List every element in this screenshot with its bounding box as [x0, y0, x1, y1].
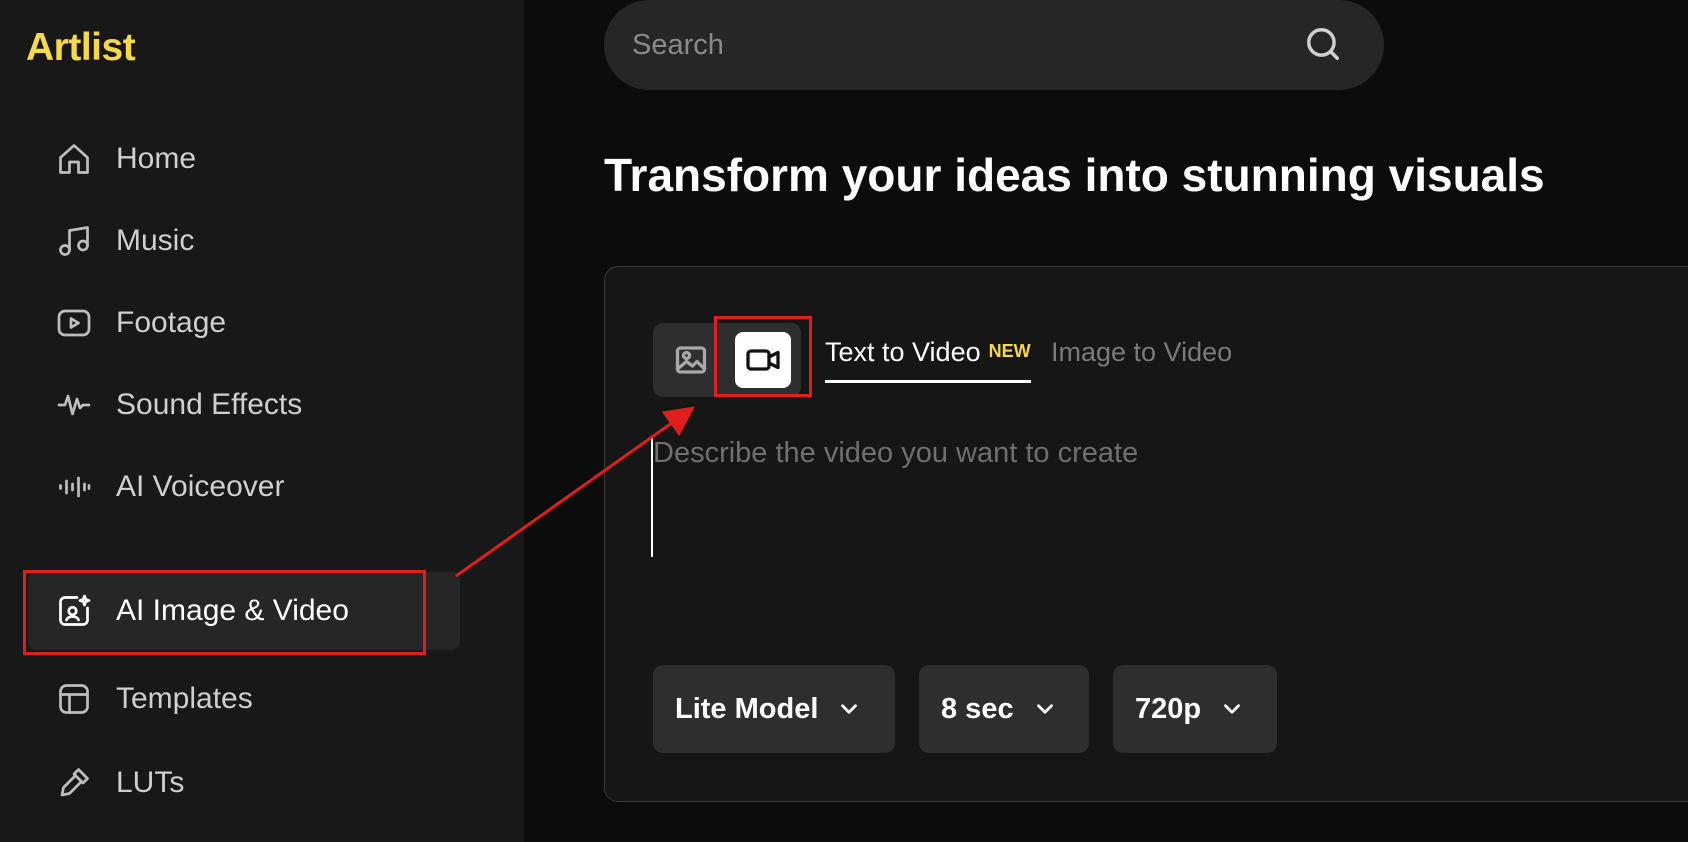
sidebar-item-label: Music [116, 224, 195, 257]
sidebar-item-label: AI Image & Video [116, 594, 349, 627]
ai-sparkle-image-icon [54, 591, 94, 631]
chevron-down-icon [1219, 696, 1245, 722]
sidebar: Artlist Home Music Footage Sound Effects… [0, 0, 524, 842]
new-badge: NEW [988, 341, 1031, 361]
play-box-icon [54, 303, 94, 343]
tab-label: Text to Video [825, 337, 981, 367]
main-content: Transform your ideas into stunning visua… [524, 0, 1688, 842]
voice-bars-icon [54, 467, 94, 507]
sidebar-item-ai-image-video[interactable]: AI Image & Video [28, 572, 460, 650]
model-dropdown-value: Lite Model [675, 692, 819, 725]
duration-dropdown[interactable]: 8 sec [919, 665, 1089, 753]
sidebar-item-luts[interactable]: LUTs [28, 744, 460, 822]
sidebar-item-label: Home [116, 142, 197, 175]
sidebar-item-music[interactable]: Music [28, 202, 460, 280]
sidebar-item-label: AI Voiceover [116, 470, 285, 503]
image-mode-button[interactable] [663, 332, 719, 388]
image-icon [675, 346, 707, 374]
resolution-dropdown-value: 720p [1135, 692, 1202, 725]
home-icon [54, 139, 94, 179]
resolution-dropdown[interactable]: 720p [1113, 665, 1277, 753]
dropper-icon [54, 763, 94, 803]
generator-panel: Text to Video NEW Image to Video Lite Mod… [604, 266, 1688, 802]
search-bar [604, 0, 1384, 90]
sidebar-item-sound-effects[interactable]: Sound Effects [28, 366, 460, 444]
model-dropdown[interactable]: Lite Model [653, 665, 895, 753]
sidebar-item-label: LUTs [116, 766, 185, 799]
prompt-input[interactable] [651, 437, 1651, 557]
mode-toggle [653, 323, 801, 397]
duration-dropdown-value: 8 sec [941, 692, 1014, 725]
waveform-icon [54, 385, 94, 425]
tab-image-to-video[interactable]: Image to Video [1051, 337, 1232, 368]
chevron-down-icon [836, 696, 862, 722]
page-title: Transform your ideas into stunning visua… [604, 149, 1545, 201]
video-mode-button[interactable] [735, 332, 791, 388]
tab-text-to-video[interactable]: Text to Video NEW [825, 337, 1031, 383]
sidebar-item-ai-voiceover[interactable]: AI Voiceover [28, 448, 460, 526]
artlist-logo[interactable]: Artlist [26, 26, 136, 70]
search-icon[interactable] [1304, 25, 1344, 65]
music-note-icon [54, 221, 94, 261]
sidebar-item-label: Sound Effects [116, 388, 303, 421]
video-camera-icon [746, 349, 780, 371]
sidebar-item-home[interactable]: Home [28, 120, 460, 198]
sidebar-item-footage[interactable]: Footage [28, 284, 460, 362]
chevron-down-icon [1032, 696, 1058, 722]
sidebar-item-templates[interactable]: Templates [28, 660, 460, 738]
search-input[interactable] [604, 0, 1304, 90]
template-layout-icon [54, 679, 94, 719]
sidebar-item-label: Footage [116, 306, 227, 339]
sidebar-item-label: Templates [116, 682, 253, 715]
